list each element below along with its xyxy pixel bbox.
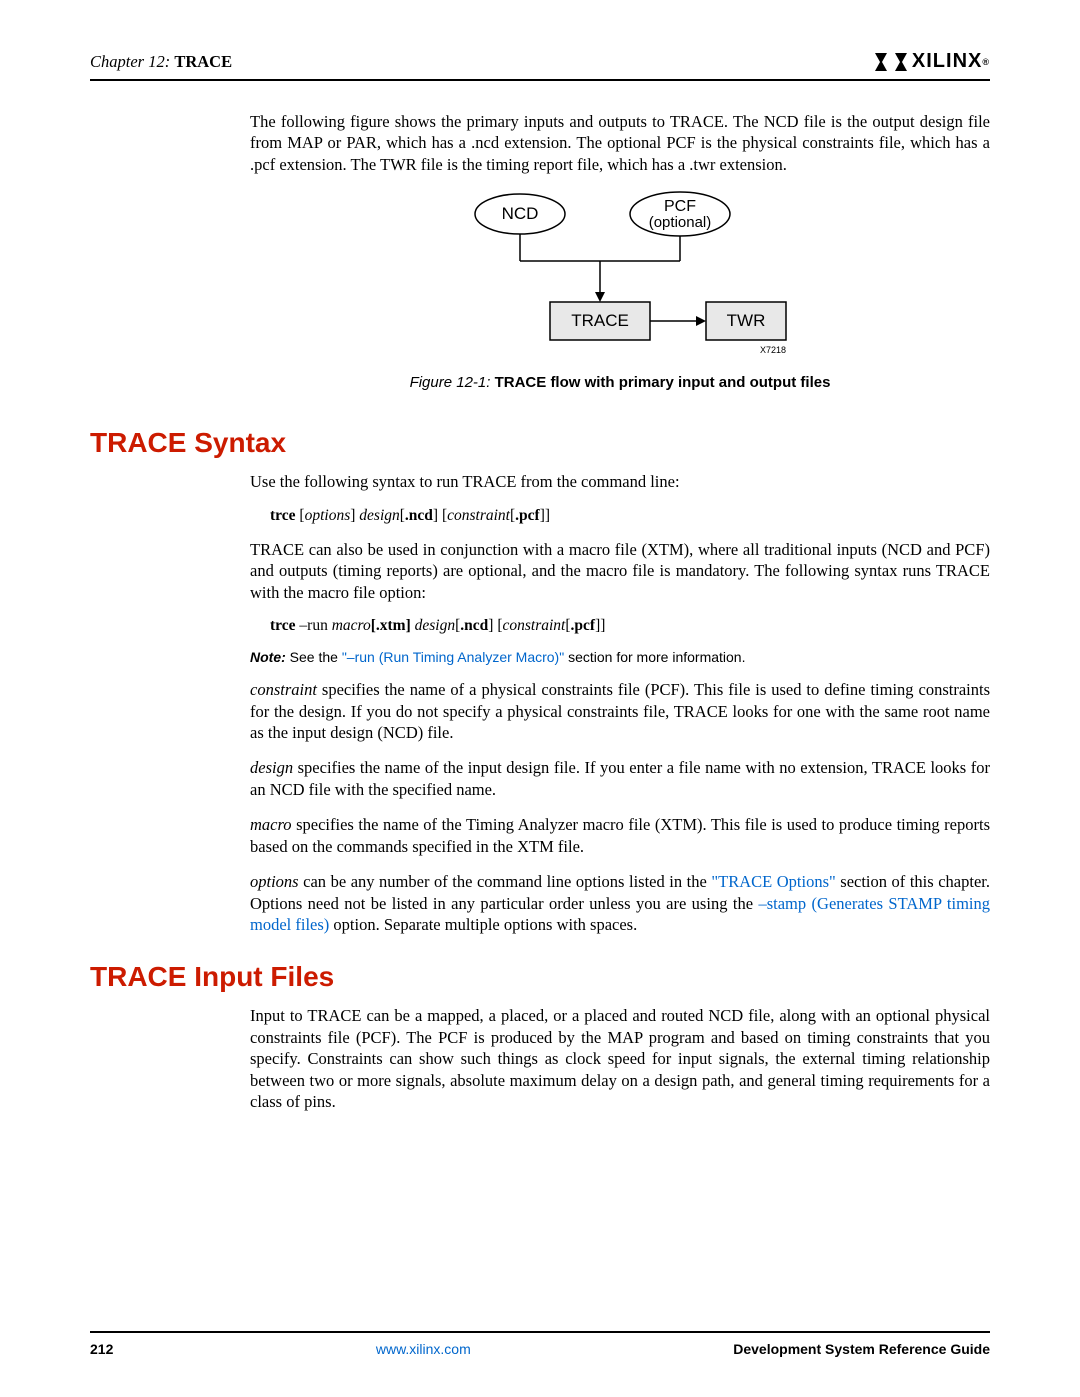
note-label: Note: <box>250 649 286 665</box>
diagram-trace-label: TRACE <box>571 311 629 330</box>
options-para: options can be any number of the command… <box>250 871 990 935</box>
trace-syntax-heading: TRACE Syntax <box>90 427 990 459</box>
chapter-label: Chapter 12: TRACE <box>90 52 232 72</box>
footer-url[interactable]: www.xilinx.com <box>376 1341 471 1357</box>
chapter-title: TRACE <box>174 52 232 71</box>
input-files-p1: Input to TRACE can be a mapped, a placed… <box>250 1005 990 1112</box>
run-macro-link[interactable]: "–run (Run Timing Analyzer Macro)" <box>342 649 564 665</box>
trace-flow-diagram: NCD PCF (optional) TRACE TWR <box>250 189 990 364</box>
xilinx-logo-icon <box>873 51 909 73</box>
page-header: Chapter 12: TRACE XILINX® <box>90 50 990 81</box>
syntax-p2: TRACE can also be used in conjunction wi… <box>250 539 990 603</box>
design-para: design specifies the name of the input d… <box>250 757 990 800</box>
diagram-pcf-optional: (optional) <box>649 214 712 231</box>
diagram-pcf-label: PCF <box>664 198 696 215</box>
page-footer: 212 www.xilinx.com Development System Re… <box>90 1331 990 1357</box>
chapter-prefix: Chapter 12: <box>90 52 170 71</box>
syntax-cmd2: trce –run macro[.xtm] design[.ncd] [cons… <box>270 617 990 635</box>
figure-caption: Figure 12-1: TRACE flow with primary inp… <box>250 374 990 391</box>
diagram-ncd-label: NCD <box>502 204 539 223</box>
trace-options-link[interactable]: "TRACE Options" <box>711 872 835 891</box>
macro-para: macro specifies the name of the Timing A… <box>250 814 990 857</box>
trace-input-files-heading: TRACE Input Files <box>90 961 990 993</box>
diagram-twr-label: TWR <box>727 311 766 330</box>
syntax-p1: Use the following syntax to run TRACE fr… <box>250 471 990 492</box>
syntax-note: Note: See the "–run (Run Timing Analyzer… <box>250 649 990 665</box>
footer-guide-title: Development System Reference Guide <box>733 1341 990 1357</box>
xilinx-logo: XILINX® <box>873 50 990 73</box>
constraint-para: constraint specifies the name of a physi… <box>250 679 990 743</box>
diagram-id: X7218 <box>760 345 786 355</box>
logo-text: XILINX <box>912 50 982 73</box>
intro-paragraph: The following figure shows the primary i… <box>250 111 990 175</box>
registered-mark: ® <box>982 57 990 67</box>
page-number: 212 <box>90 1341 113 1357</box>
figure-title: TRACE flow with primary input and output… <box>495 374 831 391</box>
figure-label: Figure 12-1: <box>410 374 491 391</box>
syntax-cmd1: trce [options] design[.ncd] [constraint[… <box>270 507 990 525</box>
